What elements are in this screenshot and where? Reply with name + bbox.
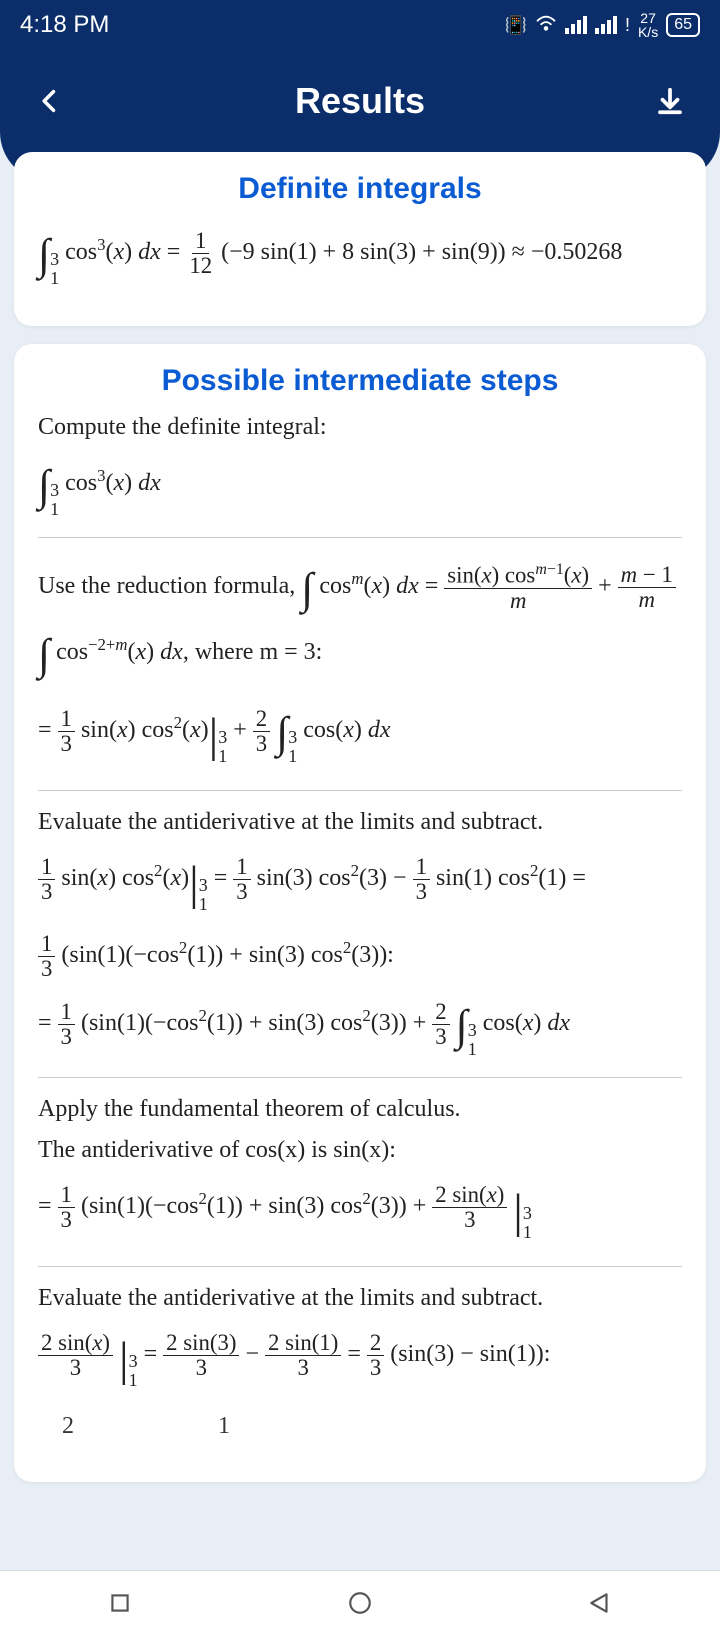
- step-intro: Compute the definite integral:: [38, 414, 682, 441]
- card-title-definite: Definite integrals: [38, 172, 682, 206]
- exclaim-icon: !: [625, 15, 630, 36]
- divider: [38, 1077, 682, 1078]
- status-icons: 📳 ! 27K/s 65: [505, 11, 700, 39]
- steps-card: Possible intermediate steps Compute the …: [14, 344, 706, 1482]
- definite-integrals-card: Definite integrals ∫31 cos3(x) dx = 112 …: [14, 152, 706, 326]
- signal-1-icon: [565, 16, 587, 34]
- step-ftc1: Apply the fundamental theorem of calculu…: [38, 1096, 682, 1123]
- net-speed: 27K/s: [638, 11, 658, 39]
- battery-badge: 65: [666, 13, 700, 37]
- content-scroll[interactable]: Definite integrals ∫31 cos3(x) dx = 112 …: [0, 152, 720, 1482]
- divider: [38, 790, 682, 791]
- step-eval2: Evaluate the antiderivative at the limit…: [38, 1285, 682, 1312]
- status-bar: 4:18 PM 📳 ! 27K/s 65: [0, 0, 720, 50]
- step-reduction: Use the reduction formula, ∫ cosm(x) dx …: [38, 556, 682, 688]
- step-eval1-math1: 13 sin(x) cos2(x)|31 = 13 sin(3) cos2(3)…: [38, 848, 682, 920]
- back-nav-button[interactable]: [587, 1590, 613, 1621]
- clock: 4:18 PM: [20, 11, 109, 39]
- step-reduction-result: = 13 sin(x) cos2(x)|31 + 23 ∫31 cos(x) d…: [38, 700, 682, 772]
- divider: [38, 1266, 682, 1267]
- result-formula: ∫31 cos3(x) dx = 112 (−9 sin(1) + 8 sin(…: [38, 222, 682, 288]
- step-eval1: Evaluate the antiderivative at the limit…: [38, 809, 682, 836]
- step-eval2-math: 2 sin(x)3 |31 = 2 sin(3)3 − 2 sin(1)3 = …: [38, 1324, 682, 1396]
- home-button[interactable]: [347, 1590, 373, 1621]
- recent-apps-button[interactable]: [107, 1590, 133, 1621]
- wifi-icon: [535, 14, 557, 37]
- step-eval1-math2: 13 (sin(1)(−cos2(1)) + sin(3) cos2(3)):: [38, 932, 682, 981]
- vibrate-icon: 📳: [505, 15, 527, 36]
- signal-2-icon: [595, 16, 617, 34]
- step-intro-math: ∫31 cos3(x) dx: [38, 453, 682, 519]
- step-ftc2: The antiderivative of cos(x) is sin(x):: [38, 1137, 682, 1164]
- system-nav-bar: [0, 1570, 720, 1640]
- back-button[interactable]: [30, 81, 70, 121]
- step-cutoff: 2 1: [38, 1408, 682, 1444]
- card-title-steps: Possible intermediate steps: [38, 364, 682, 398]
- download-button[interactable]: [650, 81, 690, 121]
- page-title: Results: [295, 80, 425, 122]
- step-eval1-math3: = 13 (sin(1)(−cos2(1)) + sin(3) cos2(3))…: [38, 993, 682, 1059]
- step-ftc-math: = 13 (sin(1)(−cos2(1)) + sin(3) cos2(3))…: [38, 1176, 682, 1248]
- divider: [38, 537, 682, 538]
